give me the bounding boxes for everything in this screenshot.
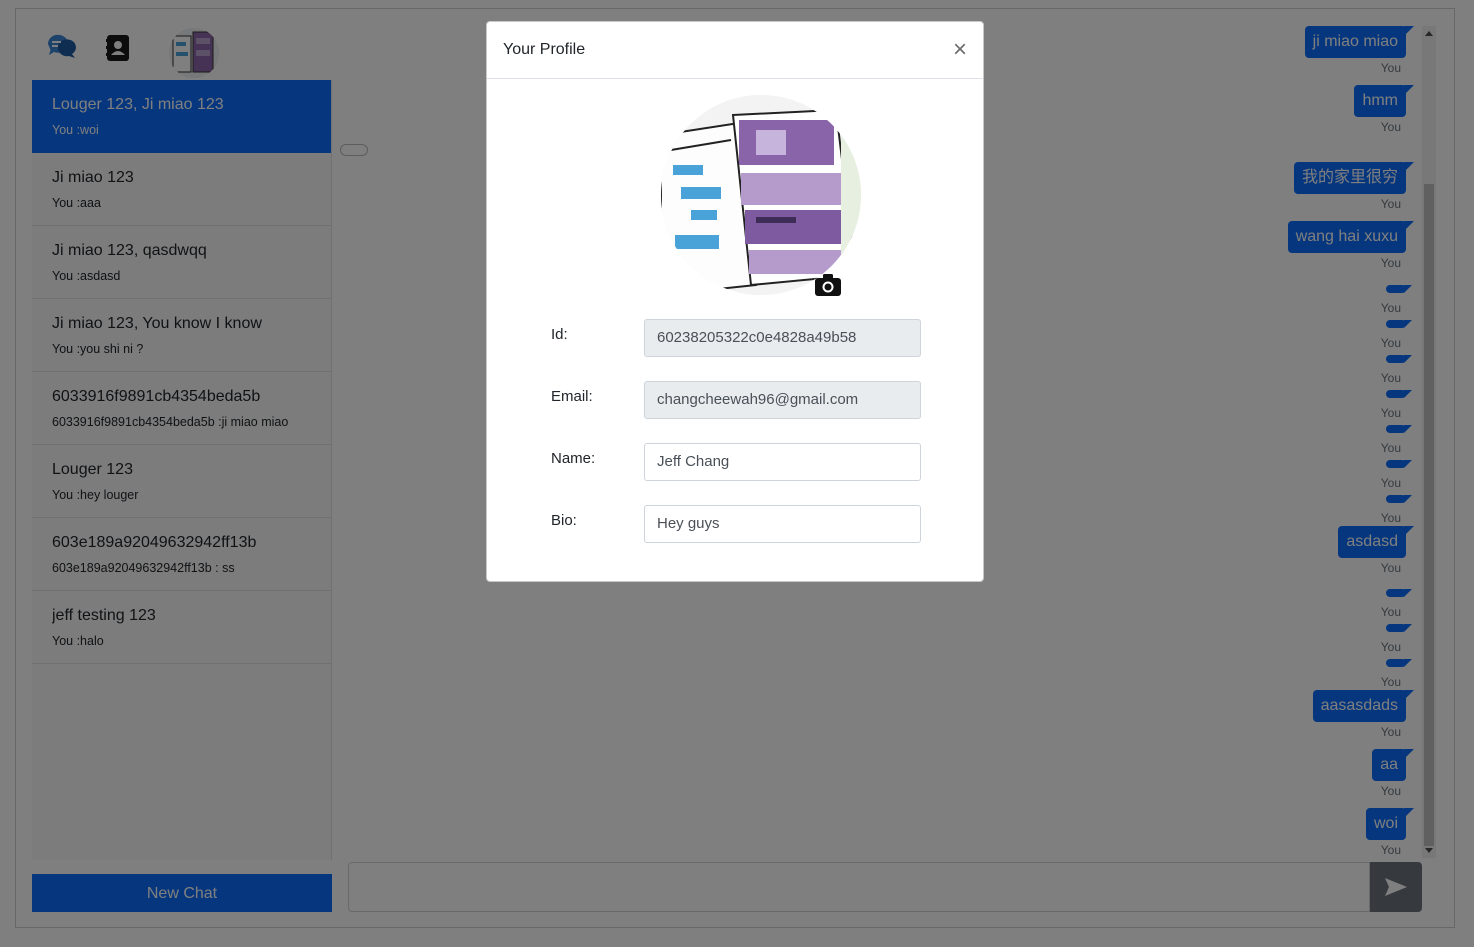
email-field: changcheewah96@gmail.com bbox=[644, 381, 921, 419]
bio-field[interactable]: Hey guys bbox=[644, 505, 921, 543]
camera-icon[interactable] bbox=[815, 274, 841, 296]
modal-header: Your Profile × bbox=[487, 22, 983, 79]
id-label: Id: bbox=[551, 326, 568, 343]
bio-label: Bio: bbox=[551, 512, 577, 529]
profile-picture bbox=[661, 95, 861, 295]
modal-title: Your Profile bbox=[503, 41, 586, 58]
email-label: Email: bbox=[551, 388, 593, 405]
close-icon[interactable]: × bbox=[953, 38, 967, 62]
id-field: 60238205322c0e4828a49b58 bbox=[644, 319, 921, 357]
profile-modal: Your Profile × Id: 60238205322c0e4828a49… bbox=[486, 21, 984, 582]
name-field[interactable]: Jeff Chang bbox=[644, 443, 921, 481]
name-label: Name: bbox=[551, 450, 596, 467]
